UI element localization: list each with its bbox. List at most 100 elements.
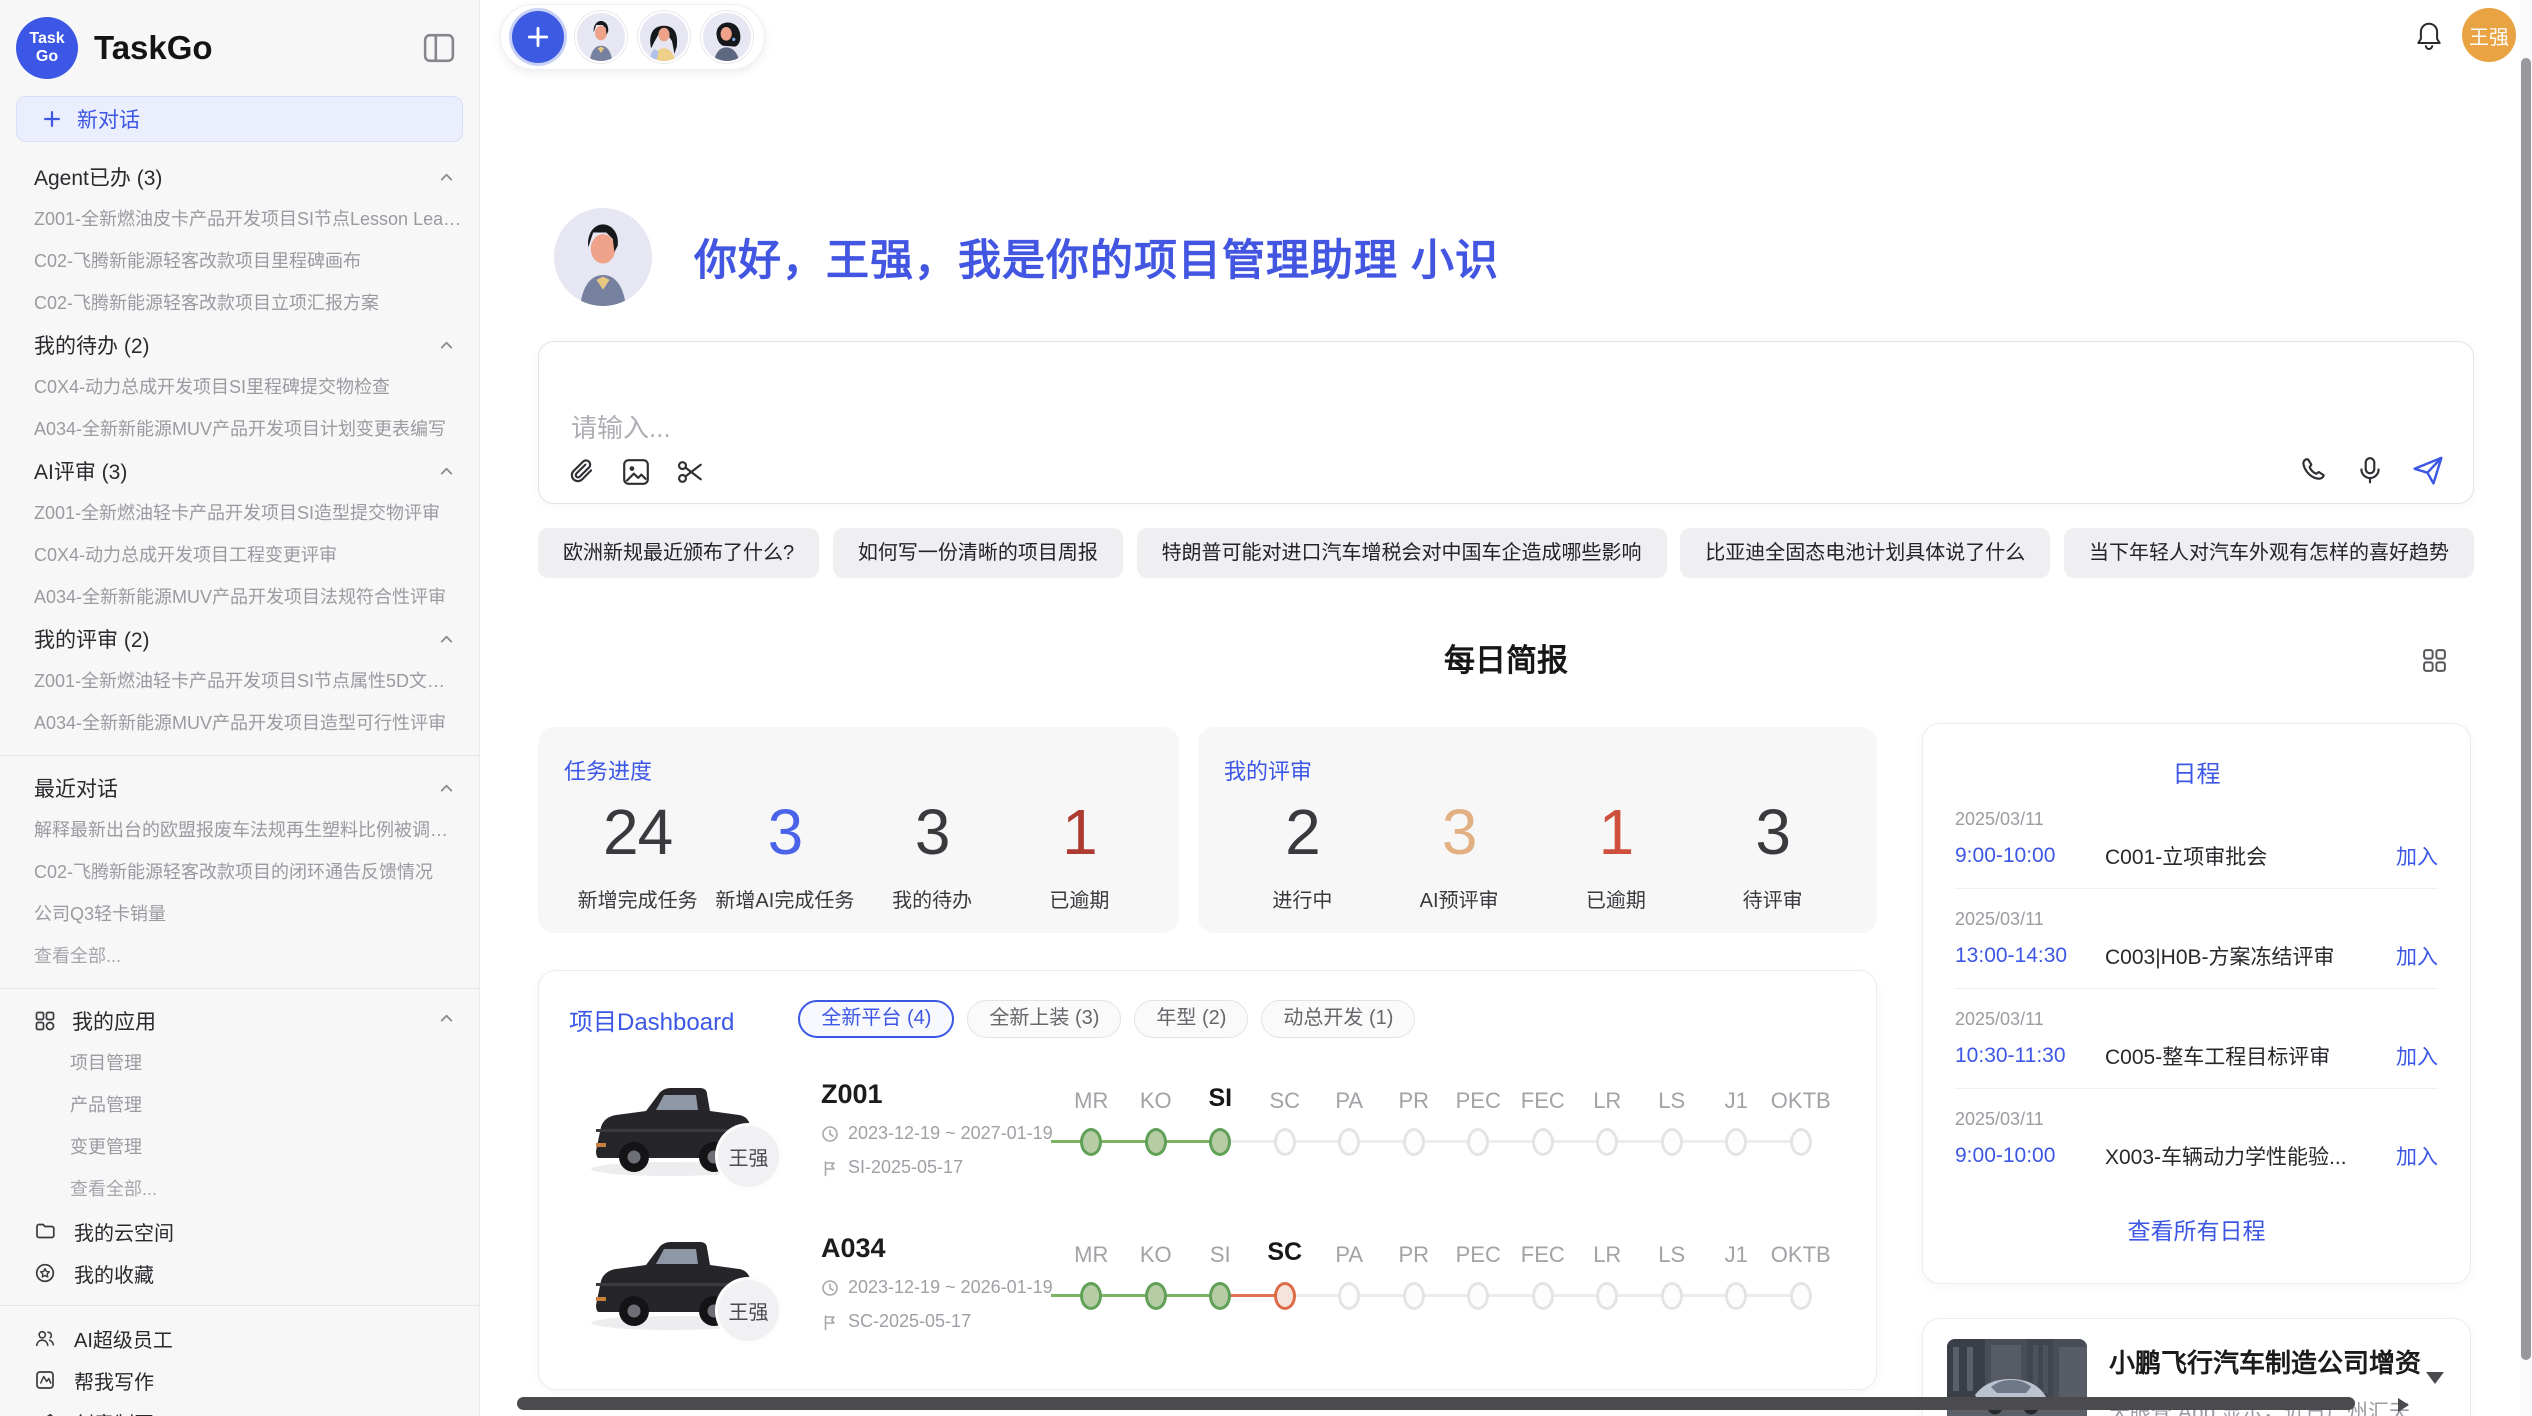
milestone-label: LR (1575, 1088, 1640, 1114)
milestone: SI (1188, 1067, 1253, 1192)
sidebar-link[interactable]: AI超级员工 (0, 1317, 479, 1359)
briefing-card: 任务进度 24 新增完成任务 3 新增AI完成任务 3 我的待办 1 已逾期 (538, 727, 1179, 933)
sidebar-link[interactable]: 创意制图 (0, 1401, 479, 1416)
chevron-up-icon (438, 463, 455, 480)
sidebar-item[interactable]: A034-全新新能源MUV产品开发项目法规符合性评审 (0, 576, 479, 618)
sidebar-item[interactable]: Z001-全新燃油轻卡产品开发项目SI造型提交物评审 (0, 492, 479, 534)
dashboard-filter-tab[interactable]: 全新平台 (4) (798, 1000, 954, 1038)
sidebar-item[interactable]: A034-全新新能源MUV产品开发项目造型可行性评审 (0, 702, 479, 744)
milestone: MR (1059, 1067, 1124, 1192)
view-all-schedule-link[interactable]: 查看所有日程 (1955, 1212, 2438, 1246)
milestone: LS (1640, 1067, 1705, 1192)
milestone: KO (1124, 1067, 1189, 1192)
sidebar-item[interactable]: Z001-全新燃油皮卡产品开发项目SI节点Lesson Learn报告 (0, 198, 479, 240)
milestone-dot (1725, 1128, 1747, 1156)
add-member-button[interactable] (512, 11, 564, 63)
sidebar-item[interactable]: 变更管理 (0, 1126, 479, 1168)
sidebar-view-all[interactable]: 查看全部... (0, 935, 479, 977)
milestone: PA (1317, 1221, 1382, 1346)
vertical-scrollbar-thumb[interactable] (2521, 58, 2531, 1360)
suggestion-chip[interactable]: 特朗普可能对进口汽车增税会对中国车企造成哪些影响 (1137, 528, 1667, 578)
sidebar-section-header[interactable]: AI评审 (3) (0, 450, 479, 492)
phone-call-icon[interactable] (2299, 455, 2329, 485)
sidebar-link[interactable]: 帮我写作 (0, 1359, 479, 1401)
layout-grid-icon[interactable] (2421, 647, 2448, 674)
schedule-event: 2025/03/11 9:00-10:00 C001-立项审批会 加入 (1955, 789, 2438, 889)
new-chat-button[interactable]: 新对话 (16, 96, 463, 142)
milestone-label: LS (1640, 1088, 1705, 1114)
user-avatar[interactable]: 王强 (2462, 8, 2516, 62)
project-row[interactable] (569, 1375, 1876, 1390)
horizontal-scrollbar-thumb[interactable] (517, 1397, 2355, 1410)
team-avatar-1[interactable] (575, 11, 627, 63)
sidebar-item[interactable]: C0X4-动力总成开发项目SI里程碑提交物检查 (0, 366, 479, 408)
project-dashboard-card: 项目Dashboard 全新平台 (4)全新上装 (3)年型 (2)动总开发 (… (538, 970, 1877, 1390)
team-avatar-3[interactable] (701, 11, 753, 63)
sidebar-section-header[interactable]: 我的待办 (2) (0, 324, 479, 366)
chevron-up-icon (438, 337, 455, 354)
project-row[interactable]: 王强 Z001 2023-12-19 ~ 2027-01-19 SI-2025-… (569, 1067, 1876, 1221)
sidebar-section: 我的待办 (2) C0X4-动力总成开发项目SI里程碑提交物检查A034-全新新… (0, 324, 479, 450)
suggestion-chip[interactable]: 如何写一份清晰的项目周报 (833, 528, 1123, 578)
folder-icon (34, 1220, 56, 1242)
event-join-link[interactable]: 加入 (2396, 941, 2438, 971)
sidebar-item[interactable]: C02-飞腾新能源轻客改款项目的闭环通告反馈情况 (0, 851, 479, 893)
sidebar-link[interactable]: 我的收藏 (0, 1252, 479, 1294)
milestone-label: KO (1124, 1242, 1189, 1268)
sidebar-link[interactable]: 我的云空间 (0, 1210, 479, 1252)
composer[interactable]: 请输入... (538, 341, 2474, 504)
event-join-link[interactable]: 加入 (2396, 1141, 2438, 1171)
dashboard-filter-tab[interactable]: 全新上装 (3) (967, 1000, 1121, 1038)
sidebar-section-header[interactable]: Agent已办 (3) (0, 156, 479, 198)
milestone-dot (1209, 1128, 1231, 1156)
sidebar-item[interactable]: 解释最新出台的欧盟报废车法规再生塑料比例被调至15%... (0, 809, 479, 851)
event-join-link[interactable]: 加入 (2396, 1041, 2438, 1071)
event-join-link[interactable]: 加入 (2396, 841, 2438, 871)
notifications-bell-icon[interactable] (2414, 20, 2444, 52)
milestone: PR (1382, 1221, 1447, 1346)
milestone-label: OKTB (1769, 1088, 1834, 1114)
project-owner-name: 王强 (729, 1142, 769, 1171)
milestone-dot (1790, 1128, 1812, 1156)
stat: 3 待评审 (1694, 792, 1851, 913)
stat: 3 AI预评审 (1381, 792, 1538, 913)
team-avatar-2[interactable] (638, 11, 690, 63)
main-area: 王强 你好，王强，我是你的项目管理助理 小识 请输入... (480, 0, 2532, 1416)
dashboard-filter-tab[interactable]: 动总开发 (1) (1261, 1000, 1415, 1038)
sidebar-section-header-my-apps[interactable]: 我的应用 (0, 1000, 479, 1042)
sidebar-item[interactable]: Z001-全新燃油轻卡产品开发项目SI节点属性5D文件评审 (0, 660, 479, 702)
scroll-right-arrow[interactable] (2398, 1398, 2409, 1412)
sidebar-section-title: AI评审 (3) (34, 456, 438, 486)
project-name: Z001 (821, 1079, 1053, 1110)
briefing-card-title: 任务进度 (564, 754, 1153, 786)
suggestion-chip[interactable]: 欧洲新规最近颁布了什么? (538, 528, 819, 578)
sidebar-collapse-icon[interactable] (423, 33, 455, 63)
milestone-dot (1467, 1128, 1489, 1156)
milestone-dot (1145, 1128, 1167, 1156)
project-row[interactable]: 王强 A034 2023-12-19 ~ 2026-01-19 SC-2025-… (569, 1221, 1876, 1375)
sidebar-section-header[interactable]: 最近对话 (0, 767, 479, 809)
suggestion-chip[interactable]: 比亚迪全固态电池计划具体说了什么 (1680, 528, 2050, 578)
sidebar-item[interactable]: A034-全新新能源MUV产品开发项目计划变更表编写 (0, 408, 479, 450)
send-icon[interactable] (2411, 453, 2445, 487)
sidebar-item[interactable]: C02-飞腾新能源轻客改款项目立项汇报方案 (0, 282, 479, 324)
dashboard-filter-tab[interactable]: 年型 (2) (1134, 1000, 1248, 1038)
sidebar-section-header[interactable]: 我的评审 (2) (0, 618, 479, 660)
sidebar-item[interactable]: 公司Q3轻卡销量 (0, 893, 479, 935)
image-upload-icon[interactable] (621, 457, 651, 487)
scroll-down-arrow[interactable] (2426, 1372, 2444, 1384)
sidebar-item[interactable]: C02-飞腾新能源轻客改款项目里程碑画布 (0, 240, 479, 282)
sidebar-item[interactable]: 项目管理 (0, 1042, 479, 1084)
sidebar-view-all[interactable]: 查看全部... (0, 1168, 479, 1210)
sidebar-item[interactable]: C0X4-动力总成开发项目工程变更评审 (0, 534, 479, 576)
suggestion-chip[interactable]: 当下年轻人对汽车外观有怎样的喜好趋势 (2064, 528, 2474, 578)
scissors-icon[interactable] (675, 457, 705, 487)
greeting-text: 你好，王强，我是你的项目管理助理 小识 (694, 226, 1499, 288)
sidebar-item[interactable]: 产品管理 (0, 1084, 479, 1126)
microphone-icon[interactable] (2355, 455, 2385, 485)
event-date: 2025/03/11 (1955, 909, 2438, 930)
paperclip-icon[interactable] (567, 457, 597, 487)
milestone-label: OKTB (1769, 1242, 1834, 1268)
milestone-dot (1338, 1282, 1360, 1310)
milestone-dot (1725, 1282, 1747, 1310)
